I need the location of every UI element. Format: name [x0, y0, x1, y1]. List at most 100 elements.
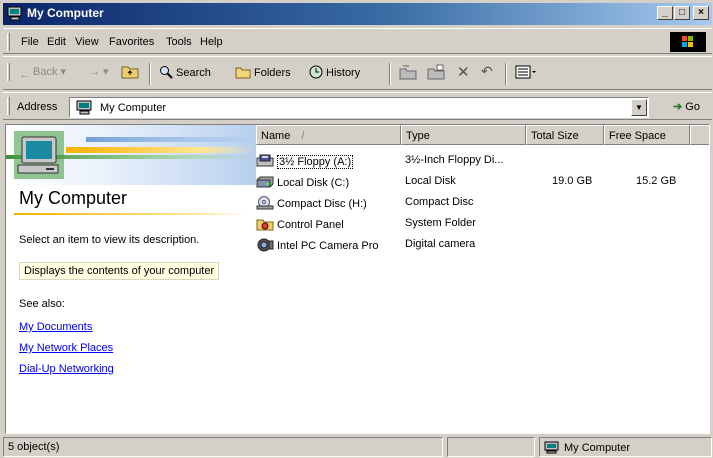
windows-logo-icon — [670, 32, 706, 52]
my-computer-large-icon — [14, 131, 64, 179]
control-panel-icon — [256, 219, 274, 231]
back-arrow-icon: ← — [19, 69, 30, 81]
go-button[interactable]: ➔ Go — [673, 100, 700, 113]
forward-button[interactable]: → ▾ — [89, 65, 109, 78]
column-header-filler — [690, 125, 709, 145]
status-panel-empty — [447, 437, 535, 457]
up-folder-icon — [121, 66, 139, 79]
webview-banner — [6, 125, 256, 185]
undo-button[interactable]: ↶ — [481, 63, 493, 80]
file-name-cell: Control Panel — [256, 217, 344, 231]
menu-file[interactable]: File — [21, 36, 39, 48]
back-button[interactable]: ← Back ▾ — [19, 65, 66, 81]
file-type-cell: Digital camera — [405, 238, 476, 250]
link-my-network-places[interactable]: My Network Places — [19, 342, 113, 354]
banner-stripe — [86, 137, 256, 142]
my-computer-icon — [7, 6, 22, 21]
go-label: Go — [685, 101, 700, 113]
file-name-cell: Intel PC Camera Pro — [256, 238, 378, 252]
minimize-button[interactable]: _ — [657, 6, 673, 20]
undo-icon: ↶ — [481, 63, 493, 79]
address-bar: Address My Computer ▼ ➔ Go — [3, 92, 712, 120]
menu-bar: File Edit View Favorites Tools Help — [3, 28, 712, 54]
file-list: Name / Type Total Size Free Space 3½ Flo… — [256, 125, 709, 433]
menubar-grip[interactable] — [7, 33, 10, 51]
file-name: Compact Disc (H:) — [277, 198, 367, 210]
back-label: Back — [33, 66, 58, 78]
camera-icon — [257, 238, 274, 252]
column-header-name[interactable]: Name / — [256, 125, 401, 145]
webview-title: My Computer — [19, 188, 128, 208]
history-label: History — [326, 67, 361, 79]
list-item[interactable]: Local Disk (C:) Local Disk 19.0 GB 15.2 … — [256, 172, 709, 192]
content-area: My Computer Select an item to view its d… — [5, 124, 710, 434]
webview-info-tip: Displays the contents of your computer — [19, 262, 220, 280]
addressbar-grip[interactable] — [7, 97, 10, 115]
list-item[interactable]: 3½ Floppy (A:) 3½-Inch Floppy Di... — [256, 151, 709, 171]
link-my-documents[interactable]: My Documents — [19, 321, 92, 333]
column-header-free-space[interactable]: Free Space — [604, 125, 690, 145]
webview-panel: My Computer Select an item to view its d… — [6, 125, 256, 433]
sort-ascending-icon: / — [301, 130, 305, 142]
link-dial-up-networking[interactable]: Dial-Up Networking — [19, 363, 114, 375]
file-name: Control Panel — [277, 219, 344, 231]
menu-view[interactable]: View — [75, 36, 99, 48]
title-bar[interactable]: My Computer _ □ × — [3, 3, 712, 25]
history-icon — [309, 65, 323, 82]
window-title: My Computer — [27, 6, 104, 20]
menu-favorites[interactable]: Favorites — [109, 36, 154, 48]
status-zone-label: My Computer — [564, 442, 631, 454]
copy-to-button[interactable] — [427, 64, 445, 83]
file-type-cell: Local Disk — [405, 175, 456, 187]
folders-button[interactable]: Folders — [235, 65, 291, 82]
my-computer-icon — [544, 441, 559, 454]
total-size-cell: 19.0 GB — [552, 175, 593, 187]
maximize-button[interactable]: □ — [674, 6, 690, 20]
list-item[interactable]: Compact Disc (H:) Compact Disc — [256, 193, 709, 213]
cd-drive-icon — [256, 196, 274, 210]
toolbar-grip[interactable] — [7, 63, 10, 81]
see-also-label: See also: — [19, 298, 65, 310]
toolbar-separator — [389, 63, 391, 85]
file-name: Local Disk (C:) — [277, 177, 350, 189]
status-zone: My Computer — [539, 437, 712, 457]
menu-help[interactable]: Help — [200, 36, 223, 48]
delete-icon: ✕ — [457, 64, 470, 81]
my-computer-icon — [76, 100, 92, 115]
views-button[interactable] — [515, 64, 537, 83]
history-button[interactable]: History — [309, 65, 360, 82]
address-field[interactable]: My Computer ▼ — [69, 97, 649, 118]
copy-to-icon — [427, 64, 445, 80]
list-item[interactable]: Intel PC Camera Pro Digital camera — [256, 235, 709, 255]
search-icon — [159, 65, 173, 82]
close-button[interactable]: × — [693, 6, 709, 20]
menu-edit[interactable]: Edit — [47, 36, 66, 48]
up-folder-button[interactable] — [121, 63, 139, 82]
explorer-window: My Computer _ □ × File Edit View Favorit… — [0, 0, 713, 458]
toolbar-separator — [505, 63, 507, 85]
list-item[interactable]: Control Panel System Folder — [256, 214, 709, 234]
standard-toolbar: ← Back ▾ → ▾ Search Folders History ✕ ↶ — [3, 56, 712, 90]
address-dropdown-button[interactable]: ▼ — [631, 99, 647, 116]
menu-tools[interactable]: Tools — [166, 36, 192, 48]
file-type-cell: System Folder — [405, 217, 476, 229]
search-button[interactable]: Search — [159, 65, 211, 82]
file-type-cell: Compact Disc — [405, 196, 474, 208]
banner-stripe — [66, 147, 256, 153]
column-header-total-size[interactable]: Total Size — [526, 125, 604, 145]
move-to-button[interactable] — [399, 64, 417, 83]
file-name-cell: Compact Disc (H:) — [256, 196, 367, 210]
views-icon — [515, 65, 536, 79]
webview-description: Select an item to view its description. — [19, 234, 200, 246]
delete-button[interactable]: ✕ — [457, 63, 470, 81]
file-type-cell: 3½-Inch Floppy Di... — [405, 154, 504, 166]
free-space-cell: 15.2 GB — [636, 175, 677, 187]
column-header-type[interactable]: Type — [401, 125, 526, 145]
search-label: Search — [176, 67, 211, 79]
forward-arrow-icon: → ▾ — [89, 66, 109, 78]
address-value: My Computer — [100, 102, 167, 114]
file-name-cell: 3½ Floppy (A:) — [256, 154, 354, 169]
folders-label: Folders — [254, 67, 291, 79]
move-to-icon — [399, 65, 417, 80]
floppy-drive-icon — [256, 154, 274, 167]
